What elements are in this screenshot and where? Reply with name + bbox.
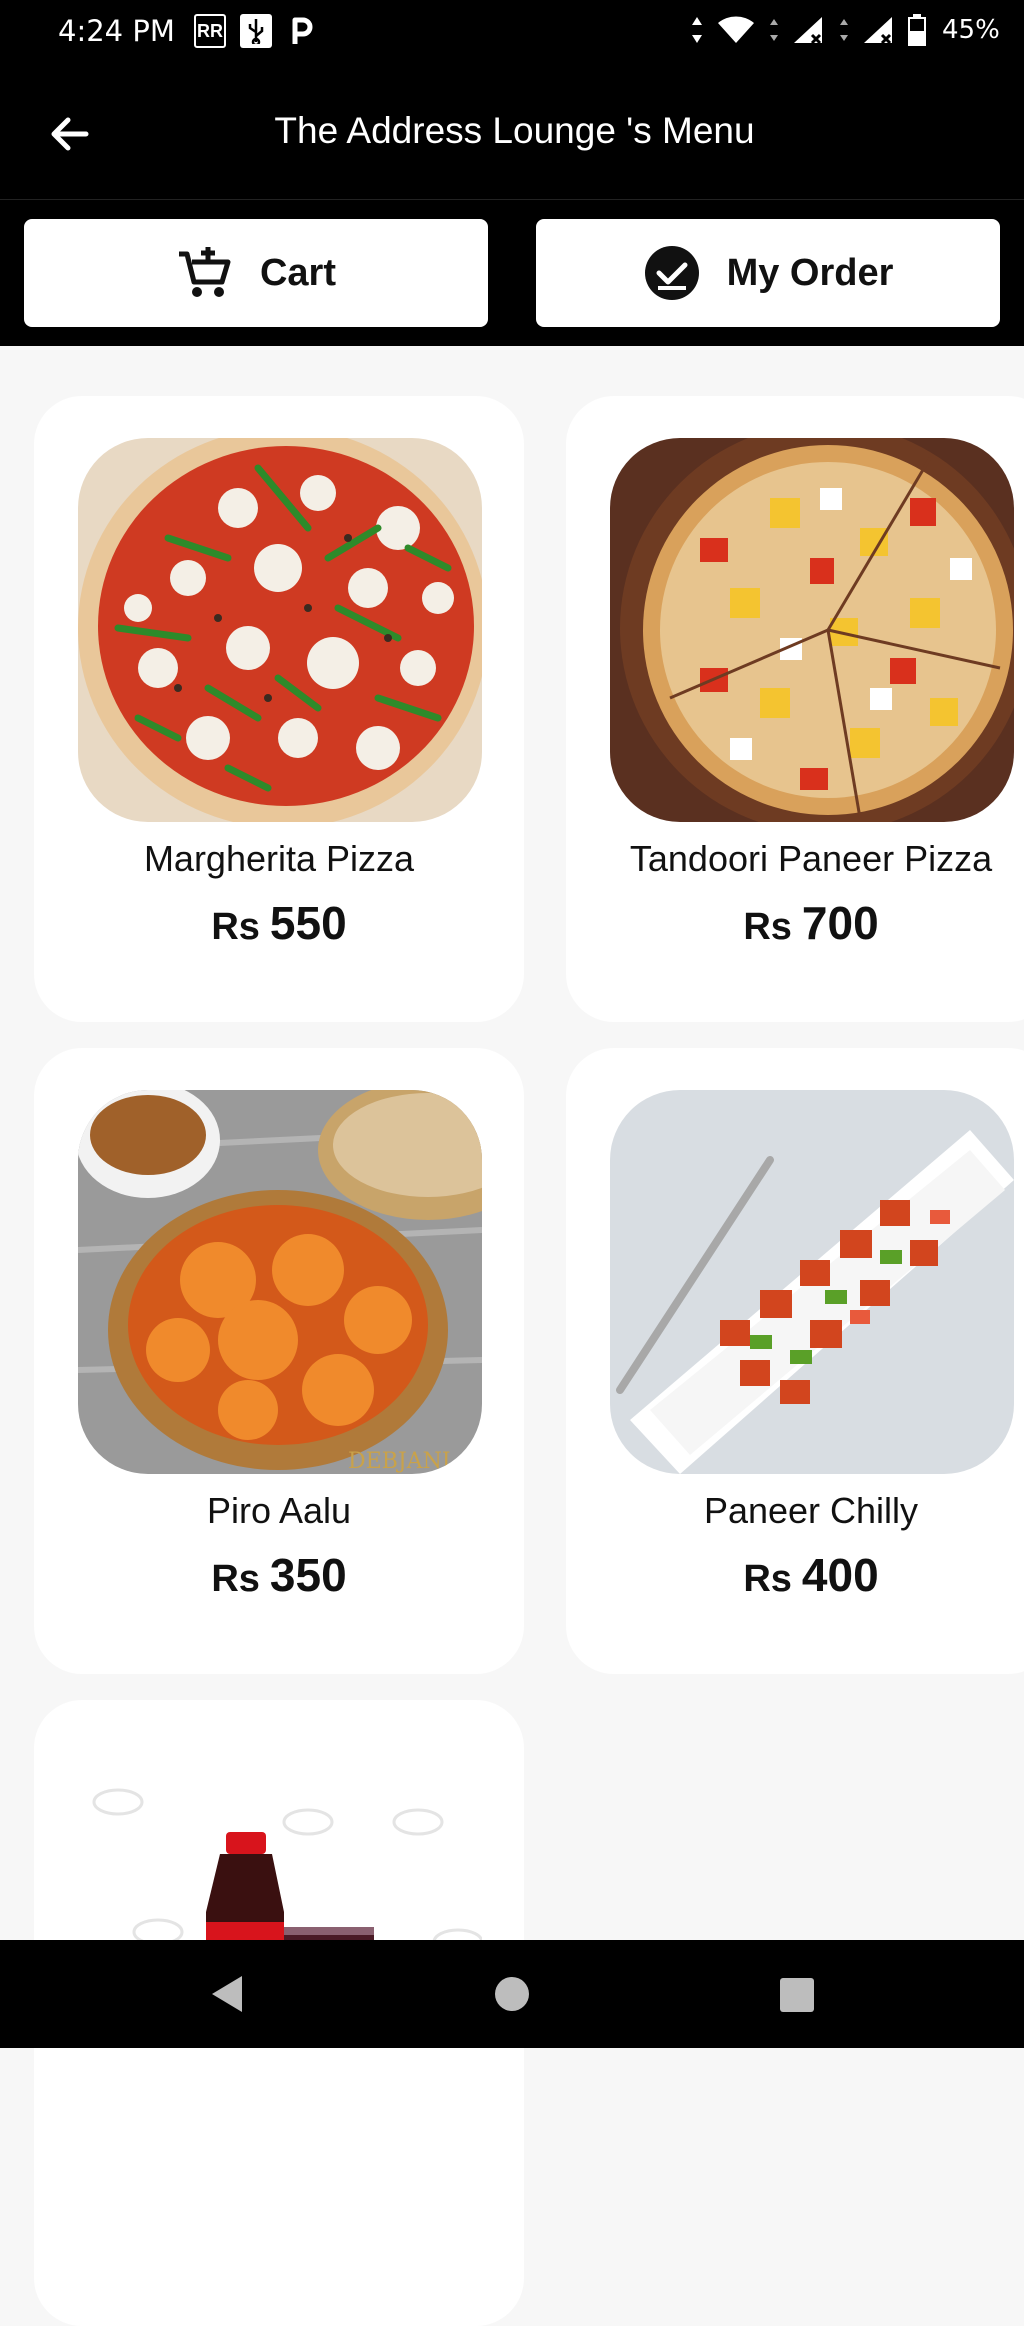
cart-label: Cart: [259, 251, 337, 294]
piro-aalu-image: DEBJANI: [78, 1090, 482, 1474]
nav-recents-button[interactable]: [772, 1970, 820, 2018]
paneer-chilly-image: [610, 1090, 1014, 1474]
margherita-pizza-image: [78, 438, 482, 822]
currency-label: Rs: [211, 906, 260, 948]
check-circle-icon: [644, 246, 699, 300]
price-value: 400: [801, 1549, 879, 1601]
status-bar: 4:24 PM RR 45%: [0, 0, 1024, 66]
wifi-icon: [718, 16, 754, 43]
svg-text:DEBJANI: DEBJANI: [348, 1449, 451, 1474]
signal-icon: [864, 17, 892, 45]
menu-item-price: Rs 350: [34, 1548, 524, 1602]
rr-icon: RR: [194, 14, 226, 48]
menu-item-name: Paneer Chilly: [703, 1490, 919, 1531]
add-to-cart-icon: [178, 247, 231, 297]
price-value: 550: [269, 897, 347, 949]
currency-label: Rs: [743, 1558, 792, 1600]
system-nav-bar: [0, 1940, 1024, 2048]
menu-item-name: Piro Aalu: [206, 1490, 352, 1531]
app-bar: The Address Lounge 's Menu: [0, 66, 1024, 200]
menu-item-card[interactable]: Paneer Chilly Rs 400: [566, 1048, 1024, 1674]
menu-item-price: Rs 700: [566, 896, 1024, 950]
currency-label: Rs: [211, 1558, 260, 1600]
data-arrows-icon: [840, 19, 848, 41]
tandoori-paneer-pizza-image: [610, 438, 1014, 822]
price-value: 700: [801, 897, 879, 949]
p-icon: [286, 14, 318, 48]
battery-icon: [908, 14, 926, 46]
menu-item-card[interactable]: DEBJANI Piro Aalu Rs 350: [34, 1048, 524, 1674]
menu-item-price: Rs 550: [34, 896, 524, 950]
action-bar: Cart My Order: [0, 200, 1024, 346]
my-order-button[interactable]: My Order: [536, 219, 1000, 327]
my-order-label: My Order: [726, 251, 894, 294]
signal-icon: [794, 17, 822, 45]
menu-item-card[interactable]: Margherita Pizza Rs 550: [34, 396, 524, 1022]
data-arrows-icon: [770, 19, 778, 41]
circle-home-icon: [495, 1977, 529, 2011]
battery-percent: 45%: [942, 15, 1000, 45]
usb-icon: [240, 14, 272, 48]
price-value: 350: [269, 1549, 347, 1601]
triangle-back-icon: [212, 1976, 242, 2012]
nav-home-button[interactable]: [488, 1970, 536, 2018]
page-title: The Address Lounge 's Menu: [274, 110, 755, 151]
square-recents-icon: [780, 1978, 814, 2012]
data-arrows-icon: [692, 17, 702, 43]
nav-back-button[interactable]: [204, 1970, 252, 2018]
status-time: 4:24 PM: [58, 14, 175, 48]
menu-item-name: Tandoori Paneer Pizza: [629, 838, 993, 879]
status-icons-left: RR: [194, 14, 318, 48]
currency-label: Rs: [743, 906, 792, 948]
status-icons-right: 45%: [690, 14, 1000, 46]
cart-button[interactable]: Cart: [24, 219, 488, 327]
menu-item-card[interactable]: Tandoori Paneer Pizza Rs 700: [566, 396, 1024, 1022]
menu-item-name: Margherita Pizza: [143, 838, 415, 879]
menu-item-price: Rs 400: [566, 1548, 1024, 1602]
